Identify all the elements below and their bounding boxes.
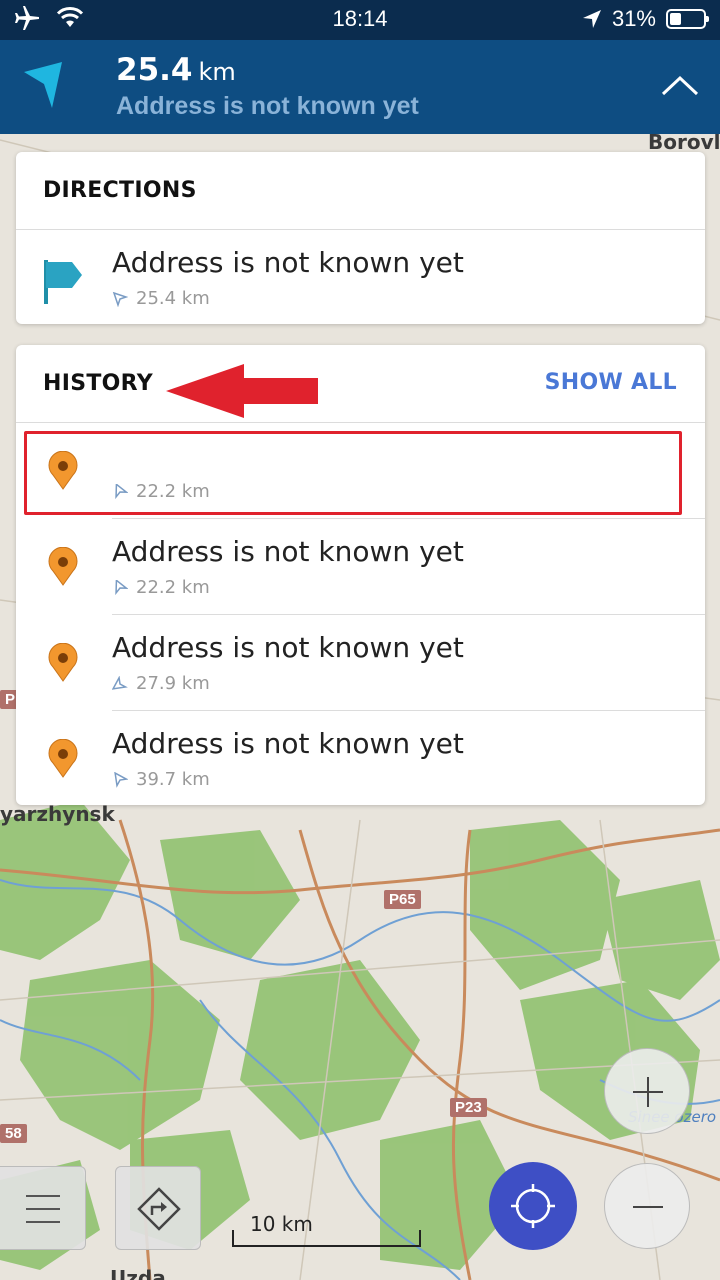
bearing-arrow-icon	[115, 579, 128, 595]
road-badge-p23: P23	[450, 1098, 487, 1117]
history-item-distance: 39.7 km	[136, 769, 210, 790]
bearing-arrow-icon	[114, 771, 128, 788]
directions-card: DIRECTIONS Address is not known yet 25.4…	[16, 152, 705, 324]
road-badge-58: 58	[0, 1124, 27, 1143]
directions-item-title: Address is not known yet	[112, 246, 464, 279]
highlight-annotation-box	[24, 431, 682, 515]
directions-item-distance-row: 25.4 km	[112, 288, 210, 309]
zoom-out-button[interactable]	[604, 1163, 690, 1249]
location-arrow-icon	[582, 10, 601, 28]
history-item-distance: 27.9 km	[136, 673, 210, 694]
direction-arrow-icon	[24, 62, 62, 108]
history-header: HISTORY SHOW ALL	[16, 345, 705, 423]
history-title: HISTORY	[43, 371, 153, 396]
history-item-distance-row: 39.7 km	[112, 769, 210, 790]
history-item[interactable]: Address is not known yet 39.7 km	[16, 711, 705, 805]
map-scale: 10 km	[232, 1212, 422, 1248]
red-arrow-annotation-icon	[166, 364, 318, 418]
plus-icon	[633, 1077, 663, 1107]
zoom-in-button[interactable]	[604, 1048, 690, 1134]
battery-icon	[666, 9, 709, 29]
hamburger-menu-icon	[26, 1195, 60, 1223]
history-item[interactable]: Address is not known yet 22.2 km	[16, 519, 705, 615]
scale-bar	[232, 1230, 421, 1247]
history-item-title: Address is not known yet	[112, 727, 464, 760]
pin-icon	[48, 739, 78, 778]
nav-distance-unit: km	[198, 58, 236, 86]
directions-header: DIRECTIONS	[16, 152, 705, 230]
history-item-title: Address is not known yet	[112, 631, 464, 664]
history-card: HISTORY SHOW ALL 22.2 km Address is not …	[16, 345, 705, 805]
directions-item[interactable]: Address is not known yet 25.4 km	[16, 230, 705, 324]
nav-distance: 25.4 km	[116, 52, 236, 88]
bearing-arrow-icon	[112, 291, 128, 307]
directions-item-distance: 25.4 km	[136, 288, 210, 309]
status-right-icons: 31%	[582, 6, 709, 32]
map-label-uzda: Uzda	[110, 1266, 166, 1280]
road-badge-p65: P65	[384, 890, 421, 909]
pin-icon	[48, 547, 78, 586]
nav-distance-value: 25.4	[116, 52, 193, 88]
minus-icon	[633, 1206, 663, 1208]
status-bar: 18:14 31%	[0, 0, 720, 40]
route-button[interactable]	[115, 1166, 201, 1250]
show-all-button[interactable]: SHOW ALL	[545, 370, 677, 395]
directions-title: DIRECTIONS	[43, 178, 197, 203]
history-item-distance-row: 27.9 km	[112, 673, 210, 694]
pin-icon	[48, 643, 78, 682]
history-item-distance: 22.2 km	[136, 577, 210, 598]
history-item-title: Address is not known yet	[112, 535, 464, 568]
crosshair-icon	[511, 1184, 555, 1228]
chevron-up-icon[interactable]	[660, 70, 700, 100]
history-item-distance-row: 22.2 km	[112, 577, 210, 598]
history-item[interactable]: Address is not known yet 27.9 km	[16, 615, 705, 711]
map-label-dzyarzhynsk: yarzhynsk	[0, 802, 115, 826]
menu-button[interactable]	[0, 1166, 86, 1250]
flag-icon	[44, 260, 82, 304]
locate-me-button[interactable]	[489, 1162, 577, 1250]
battery-percent: 31%	[611, 6, 656, 31]
nav-address: Address is not known yet	[116, 92, 419, 120]
route-diamond-icon	[137, 1187, 181, 1231]
navigation-header[interactable]: 25.4 km Address is not known yet	[0, 40, 720, 134]
bearing-arrow-icon	[112, 675, 128, 690]
